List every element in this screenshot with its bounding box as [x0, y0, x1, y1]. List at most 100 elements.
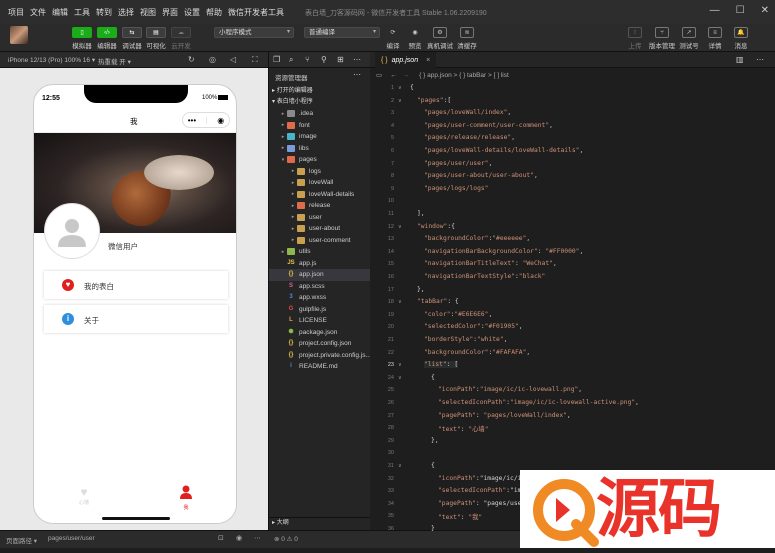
eye-icon[interactable]: ◉	[408, 27, 422, 38]
tab-app-json[interactable]: { } app.json ×	[375, 52, 437, 68]
user-avatar[interactable]	[10, 26, 28, 44]
tree-item-lovewall[interactable]: ▸ loveWall	[269, 177, 371, 189]
tree-item-project-private-config-js[interactable]: {} project.private.config.js...	[269, 350, 371, 362]
menu-item-5[interactable]: 选择	[118, 7, 134, 18]
tab-me[interactable]: 我	[166, 485, 206, 511]
record-icon[interactable]: ◎	[209, 55, 216, 64]
line-number: 35	[387, 513, 394, 520]
fold-chevron-icon[interactable]: ∨	[398, 299, 402, 305]
files-icon[interactable]: ❐	[273, 55, 280, 64]
search-icon[interactable]: ⌕	[289, 55, 293, 65]
explorer-more-icon[interactable]: ⋯	[353, 70, 361, 79]
branch-icon[interactable]: ⑂	[655, 27, 669, 38]
compile-select[interactable]: 普通编译	[304, 27, 380, 38]
tree-item-release[interactable]: ▸ release	[269, 200, 371, 212]
tree-item-app-wxss[interactable]: 3 app.wxss	[269, 292, 371, 304]
tree-item-utils[interactable]: ▸ utils	[269, 246, 371, 258]
line-number: 4	[390, 122, 394, 129]
mode-select[interactable]: 小程序模式	[214, 27, 294, 38]
fold-chevron-icon[interactable]: ∨	[398, 85, 402, 91]
profile-menu-item-0[interactable]: ♥ 我的表白	[44, 271, 228, 299]
forward-arrow-icon[interactable]: →	[403, 72, 410, 79]
tree-item-pages[interactable]: ▾ pages	[269, 154, 371, 166]
volume-icon[interactable]: ◁	[230, 55, 236, 64]
external-link-icon[interactable]: ↗	[682, 27, 696, 38]
menu-item-9[interactable]: 帮助	[206, 7, 222, 18]
fullscreen-icon[interactable]: ⛶	[252, 55, 258, 65]
split-editor-icon[interactable]: ▥	[736, 55, 744, 64]
tree-item-readme-md[interactable]: i README.md	[269, 361, 371, 373]
camera-icon[interactable]: ⊡	[218, 534, 224, 542]
source-control-icon[interactable]: ⑂	[305, 55, 310, 64]
tree-item-app-js[interactable]: JS app.js	[269, 258, 371, 270]
extensions-icon[interactable]: ⊞	[337, 55, 344, 64]
menu-item-6[interactable]: 视图	[140, 7, 156, 18]
tree-item-libs[interactable]: ▸ libs	[269, 143, 371, 155]
outline-section[interactable]: ▸ 大纲	[269, 517, 371, 527]
menu-item-7[interactable]: 界面	[162, 7, 178, 18]
menu-item-0[interactable]: 项目	[8, 7, 24, 18]
menu-lines-icon[interactable]: ≡	[708, 27, 722, 38]
editor-button[interactable]: ‹/›	[97, 27, 117, 38]
tree-item-user-comment[interactable]: ▸ user-comment	[269, 235, 371, 247]
menu-item-8[interactable]: 设置	[184, 7, 200, 18]
device-select[interactable]: iPhone 12/13 (Pro) 100% 16 ▾	[8, 56, 95, 64]
simulator-button[interactable]: ▯	[72, 27, 92, 38]
open-editors-section[interactable]: ▸ 打开的编辑器	[269, 86, 371, 96]
ellipsis-icon[interactable]: ⋯	[353, 55, 361, 64]
profile-menu-item-1[interactable]: i 关于	[44, 305, 228, 333]
bookmark-icon[interactable]: ▭	[376, 71, 382, 79]
visual-button[interactable]: ▤	[146, 27, 166, 38]
rotate-icon[interactable]: ↻	[188, 55, 195, 64]
debug-device-icon[interactable]: ⚙	[433, 27, 447, 38]
menu-item-2[interactable]: 编辑	[52, 7, 68, 18]
target-icon[interactable]: ◉	[217, 116, 224, 125]
problems-count[interactable]: ⊗ 0 ⚠ 0	[274, 535, 298, 543]
menu-item-4[interactable]: 转到	[96, 7, 112, 18]
tree-item-project-config-json[interactable]: {} project.config.json	[269, 338, 371, 350]
tree-item-gulpfile-js[interactable]: Ggulpfile.js	[269, 304, 371, 316]
tree-item-lovewall-details[interactable]: ▸ loveWall-details	[269, 189, 371, 201]
close-icon[interactable]: ✕	[761, 5, 769, 16]
tree-item-user[interactable]: ▸ user	[269, 212, 371, 224]
cloud-button[interactable]: ☁	[171, 27, 191, 38]
preview-eye-icon[interactable]: ◉	[236, 534, 242, 542]
breadcrumb-path[interactable]: { } app.json > { } tabBar > [ ] list	[419, 72, 509, 79]
tree-item-idea[interactable]: ▸ .idea	[269, 108, 371, 120]
layers-icon[interactable]: ≋	[460, 27, 474, 38]
menu-item-3[interactable]: 工具	[74, 7, 90, 18]
tab-close-icon[interactable]: ×	[426, 57, 430, 64]
tree-item-license[interactable]: L LICENSE	[269, 315, 371, 327]
fold-chevron-icon[interactable]: ∨	[398, 375, 402, 381]
menu-item-10[interactable]: 微信开发者工具	[228, 7, 284, 18]
back-arrow-icon[interactable]: ←	[390, 72, 397, 79]
fold-chevron-icon[interactable]: ∨	[398, 463, 402, 469]
more-icon[interactable]: ⋯	[254, 534, 261, 542]
tree-item-app-scss[interactable]: Sapp.scss	[269, 281, 371, 293]
fold-chevron-icon[interactable]: ∨	[398, 98, 402, 104]
editor-more-icon[interactable]: ⋯	[756, 55, 764, 64]
debug-icon[interactable]: ⚲	[321, 55, 327, 64]
fold-chevron-icon[interactable]: ∨	[398, 224, 402, 230]
user-avatar-circle[interactable]	[44, 203, 100, 259]
more-dots-icon[interactable]: •••	[188, 116, 196, 125]
capsule-button[interactable]: ••• | ◉	[182, 112, 230, 128]
tree-item-app-json[interactable]: {} app.json	[269, 269, 371, 281]
fold-chevron-icon[interactable]: ∨	[398, 362, 402, 368]
upload-icon[interactable]: ⇪	[628, 27, 642, 38]
maximize-icon[interactable]: ☐	[736, 5, 745, 16]
refresh-icon[interactable]: ⟳	[386, 27, 400, 38]
menu-item-1[interactable]: 文件	[30, 7, 46, 18]
hot-reload-toggle[interactable]: 热重载 开 ▾	[98, 56, 131, 66]
tree-item-image[interactable]: ▸ image	[269, 131, 371, 143]
tree-item-package-json[interactable]: ⬢ package.json	[269, 327, 371, 339]
tree-item-logs[interactable]: ▸ logs	[269, 166, 371, 178]
minimize-icon[interactable]: —	[710, 5, 720, 16]
tree-item-font[interactable]: ▸ font	[269, 120, 371, 132]
debugger-button[interactable]: ⇆	[122, 27, 142, 38]
page-path-label[interactable]: 页面路径 ▾	[6, 535, 37, 545]
tree-item-user-about[interactable]: ▸ user-about	[269, 223, 371, 235]
project-section[interactable]: ▾ 表白墙小程序	[269, 97, 371, 107]
bell-icon[interactable]: 🔔	[734, 27, 748, 38]
tab-love-wall[interactable]: ♥ 心墙	[64, 485, 104, 506]
